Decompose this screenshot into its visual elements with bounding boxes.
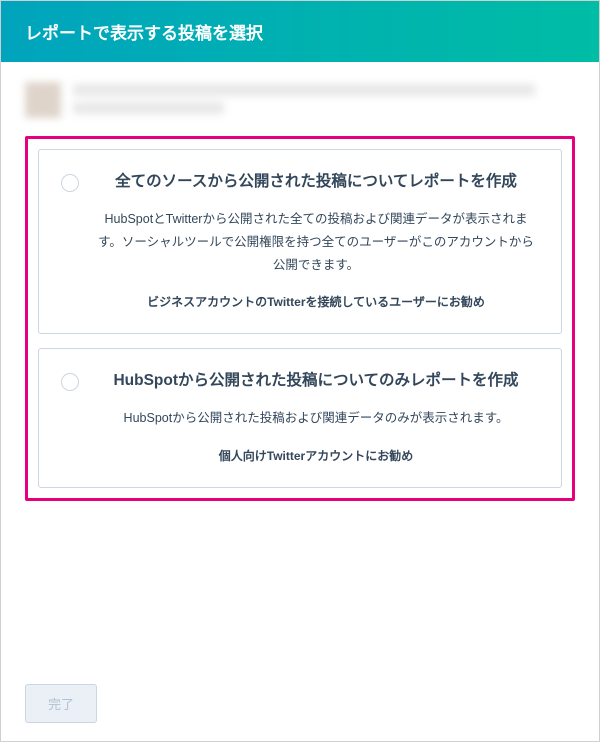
- modal-header: レポートで表示する投稿を選択: [1, 1, 599, 62]
- option-hubspot-only[interactable]: HubSpotから公開された投稿についてのみレポートを作成 HubSpotから公…: [38, 348, 562, 487]
- account-info-blurred: [25, 82, 575, 120]
- option-recommendation: 個人向けTwitterアカウントにお勧め: [93, 447, 539, 465]
- option-content: 全てのソースから公開された投稿についてレポートを作成 HubSpotとTwitt…: [93, 170, 539, 311]
- radio-icon[interactable]: [61, 174, 79, 192]
- option-description: HubSpotとTwitterから公開された全ての投稿および関連データが表示され…: [93, 208, 539, 277]
- modal-body: 全てのソースから公開された投稿についてレポートを作成 HubSpotとTwitt…: [1, 62, 599, 670]
- avatar: [25, 82, 61, 118]
- option-title: HubSpotから公開された投稿についてのみレポートを作成: [93, 369, 539, 393]
- placeholder-line: [73, 84, 535, 96]
- option-title: 全てのソースから公開された投稿についてレポートを作成: [93, 170, 539, 194]
- option-content: HubSpotから公開された投稿についてのみレポートを作成 HubSpotから公…: [93, 369, 539, 464]
- modal-footer: 完了: [1, 670, 599, 741]
- radio-icon[interactable]: [61, 373, 79, 391]
- placeholder-line: [73, 102, 224, 114]
- select-posts-modal: レポートで表示する投稿を選択 全てのソースから公開された投稿についてレポートを作…: [0, 0, 600, 742]
- option-recommendation: ビジネスアカウントのTwitterを接続しているユーザーにお勧め: [93, 293, 539, 311]
- option-all-sources[interactable]: 全てのソースから公開された投稿についてレポートを作成 HubSpotとTwitt…: [38, 149, 562, 334]
- option-description: HubSpotから公開された投稿および関連データのみが表示されます。: [93, 407, 539, 430]
- account-text-placeholder: [73, 82, 575, 120]
- options-highlight-box: 全てのソースから公開された投稿についてレポートを作成 HubSpotとTwitt…: [25, 136, 575, 501]
- modal-title: レポートで表示する投稿を選択: [25, 24, 263, 43]
- done-button[interactable]: 完了: [25, 684, 97, 723]
